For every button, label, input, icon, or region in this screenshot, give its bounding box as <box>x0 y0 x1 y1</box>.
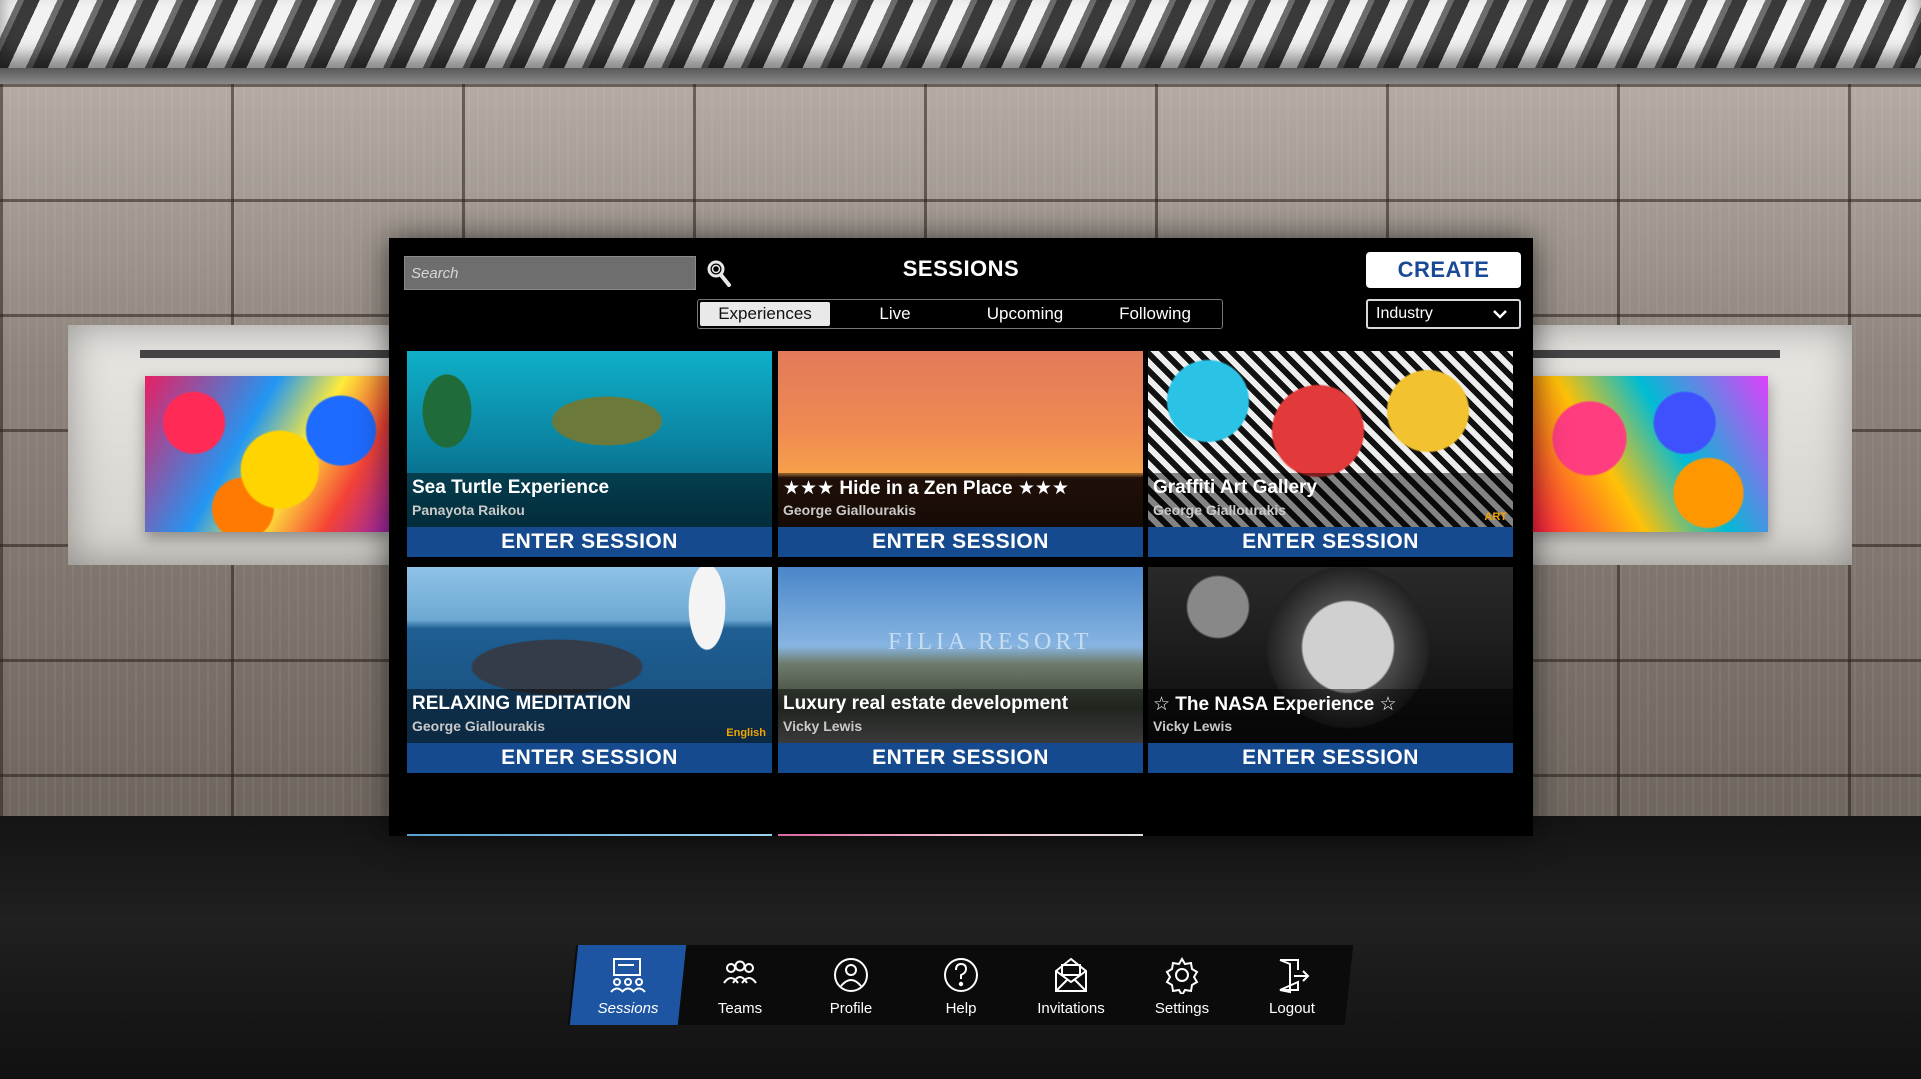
tab-experiences[interactable]: Experiences <box>700 302 830 326</box>
session-card-partial[interactable] <box>407 834 772 836</box>
profile-icon <box>834 958 868 992</box>
enter-session-button[interactable]: ENTER SESSION <box>1148 743 1513 773</box>
industry-dropdown[interactable]: Industry <box>1366 299 1521 329</box>
light-rail-left <box>140 350 400 358</box>
nav-settings[interactable]: Settings <box>1128 945 1236 1025</box>
tab-upcoming[interactable]: Upcoming <box>960 302 1090 326</box>
enter-session-button[interactable]: ENTER SESSION <box>778 527 1143 557</box>
nav-label: Profile <box>829 1000 873 1017</box>
session-card[interactable]: FILIA RESORT Luxury real estate developm… <box>778 567 1143 773</box>
nav-logout[interactable]: Logout <box>1238 945 1346 1025</box>
search-icon <box>707 260 731 287</box>
light-rail-right <box>1520 350 1780 358</box>
ceiling <box>0 0 1921 68</box>
nav-label: Help <box>945 1000 977 1017</box>
thumbnail-text: FILIA RESORT <box>888 629 1093 655</box>
session-title: ☆ The NASA Experience ☆ <box>1153 694 1397 715</box>
session-title: ★★★ Hide in a Zen Place ★★★ <box>783 478 1069 499</box>
invitations-icon <box>1055 957 1087 992</box>
nav-invitations[interactable]: Invitations <box>1017 945 1125 1025</box>
tab-live[interactable]: Live <box>830 302 960 326</box>
session-title: Luxury real estate development <box>783 693 1069 714</box>
nav-sessions[interactable]: Sessions <box>569 945 687 1025</box>
session-author: Vicky Lewis <box>1153 718 1233 734</box>
nav-label: Sessions <box>597 1000 659 1017</box>
category-tag: ART <box>1484 511 1507 523</box>
dropdown-value: Industry <box>1376 305 1433 322</box>
nav-label: Settings <box>1154 1000 1210 1017</box>
session-author: George Giallourakis <box>412 718 546 734</box>
session-card-partial[interactable] <box>778 834 1143 836</box>
session-tabs: Experiences Live Upcoming Following <box>697 299 1223 329</box>
session-grid: Sea Turtle Experience Panayota Raikou EN… <box>407 351 1515 836</box>
create-button[interactable]: CREATE <box>1366 252 1521 288</box>
session-title: Graffiti Art Gallery <box>1153 477 1318 498</box>
nav-help[interactable]: Help <box>907 945 1015 1025</box>
nav-teams[interactable]: Teams <box>686 945 794 1025</box>
language-tag: English <box>726 727 766 739</box>
sessions-panel: SESSIONS CREATE Experiences Live Upcomin… <box>389 238 1533 836</box>
sessions-icon <box>610 958 646 993</box>
tab-following[interactable]: Following <box>1090 302 1220 326</box>
painting-right <box>1530 376 1768 532</box>
enter-session-button[interactable]: ENTER SESSION <box>778 743 1143 773</box>
enter-session-button[interactable]: ENTER SESSION <box>407 743 772 773</box>
painting-left <box>145 376 390 532</box>
session-author: George Giallourakis <box>1153 502 1287 518</box>
ceiling-edge <box>0 68 1921 84</box>
settings-icon <box>1165 957 1199 994</box>
session-card[interactable]: RELAXING MEDITATION George Giallourakis … <box>407 567 772 773</box>
nav-label: Invitations <box>1037 1000 1105 1017</box>
logout-icon <box>1279 959 1310 994</box>
search-button[interactable] <box>702 256 736 290</box>
nav-label: Teams <box>717 1000 763 1017</box>
session-title: RELAXING MEDITATION <box>412 693 631 714</box>
enter-session-button[interactable]: ENTER SESSION <box>1148 527 1513 557</box>
session-title: Sea Turtle Experience <box>412 477 610 498</box>
session-author: Panayota Raikou <box>412 502 525 518</box>
nav-profile[interactable]: Profile <box>797 945 905 1025</box>
session-card[interactable]: ☆ The NASA Experience ☆ Vicky Lewis ENTE… <box>1148 567 1513 773</box>
session-author: Vicky Lewis <box>783 718 863 734</box>
help-icon <box>944 958 978 992</box>
session-card[interactable]: Sea Turtle Experience Panayota Raikou EN… <box>407 351 772 557</box>
session-card[interactable]: Graffiti Art Gallery George Giallourakis… <box>1148 351 1513 557</box>
session-card[interactable]: ★★★ Hide in a Zen Place ★★★ George Giall… <box>778 351 1143 557</box>
enter-session-button[interactable]: ENTER SESSION <box>407 527 772 557</box>
chevron-down-icon <box>1493 310 1507 319</box>
session-author: George Giallourakis <box>783 502 917 518</box>
search-input[interactable] <box>404 256 696 290</box>
teams-icon <box>723 960 757 984</box>
nav-label: Logout <box>1269 1000 1315 1017</box>
